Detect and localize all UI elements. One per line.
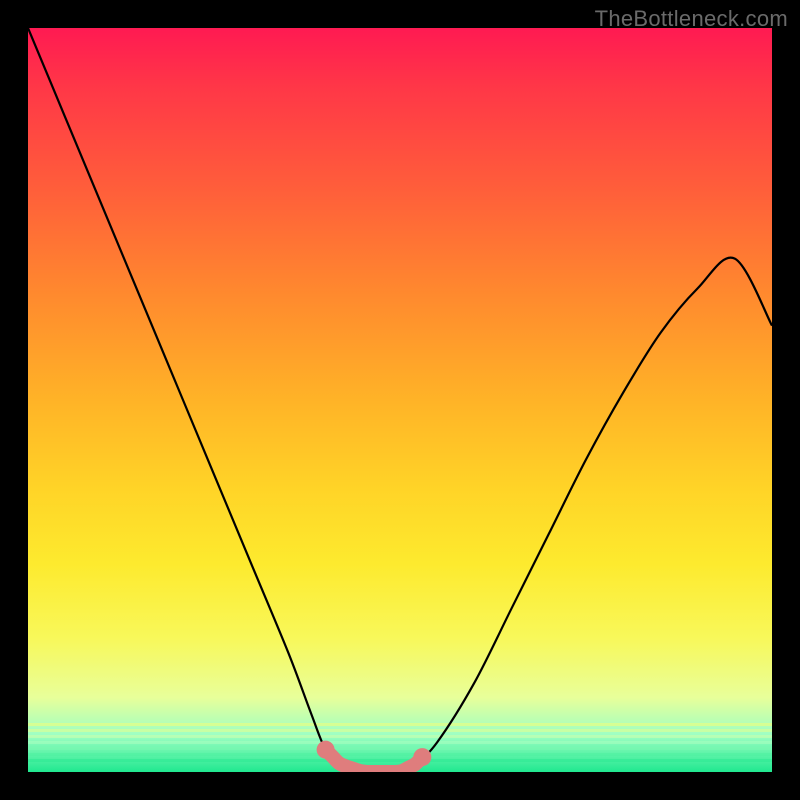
curve-svg xyxy=(28,28,772,772)
valley-dot-end xyxy=(413,748,431,766)
valley-highlight xyxy=(317,741,432,772)
valley-dot-start xyxy=(317,741,335,759)
valley-highlight-stroke xyxy=(326,750,423,772)
chart-frame: TheBottleneck.com xyxy=(0,0,800,800)
curve-line xyxy=(28,28,772,772)
bottleneck-curve xyxy=(28,28,772,772)
plot-area xyxy=(28,28,772,772)
watermark-text: TheBottleneck.com xyxy=(595,6,788,32)
